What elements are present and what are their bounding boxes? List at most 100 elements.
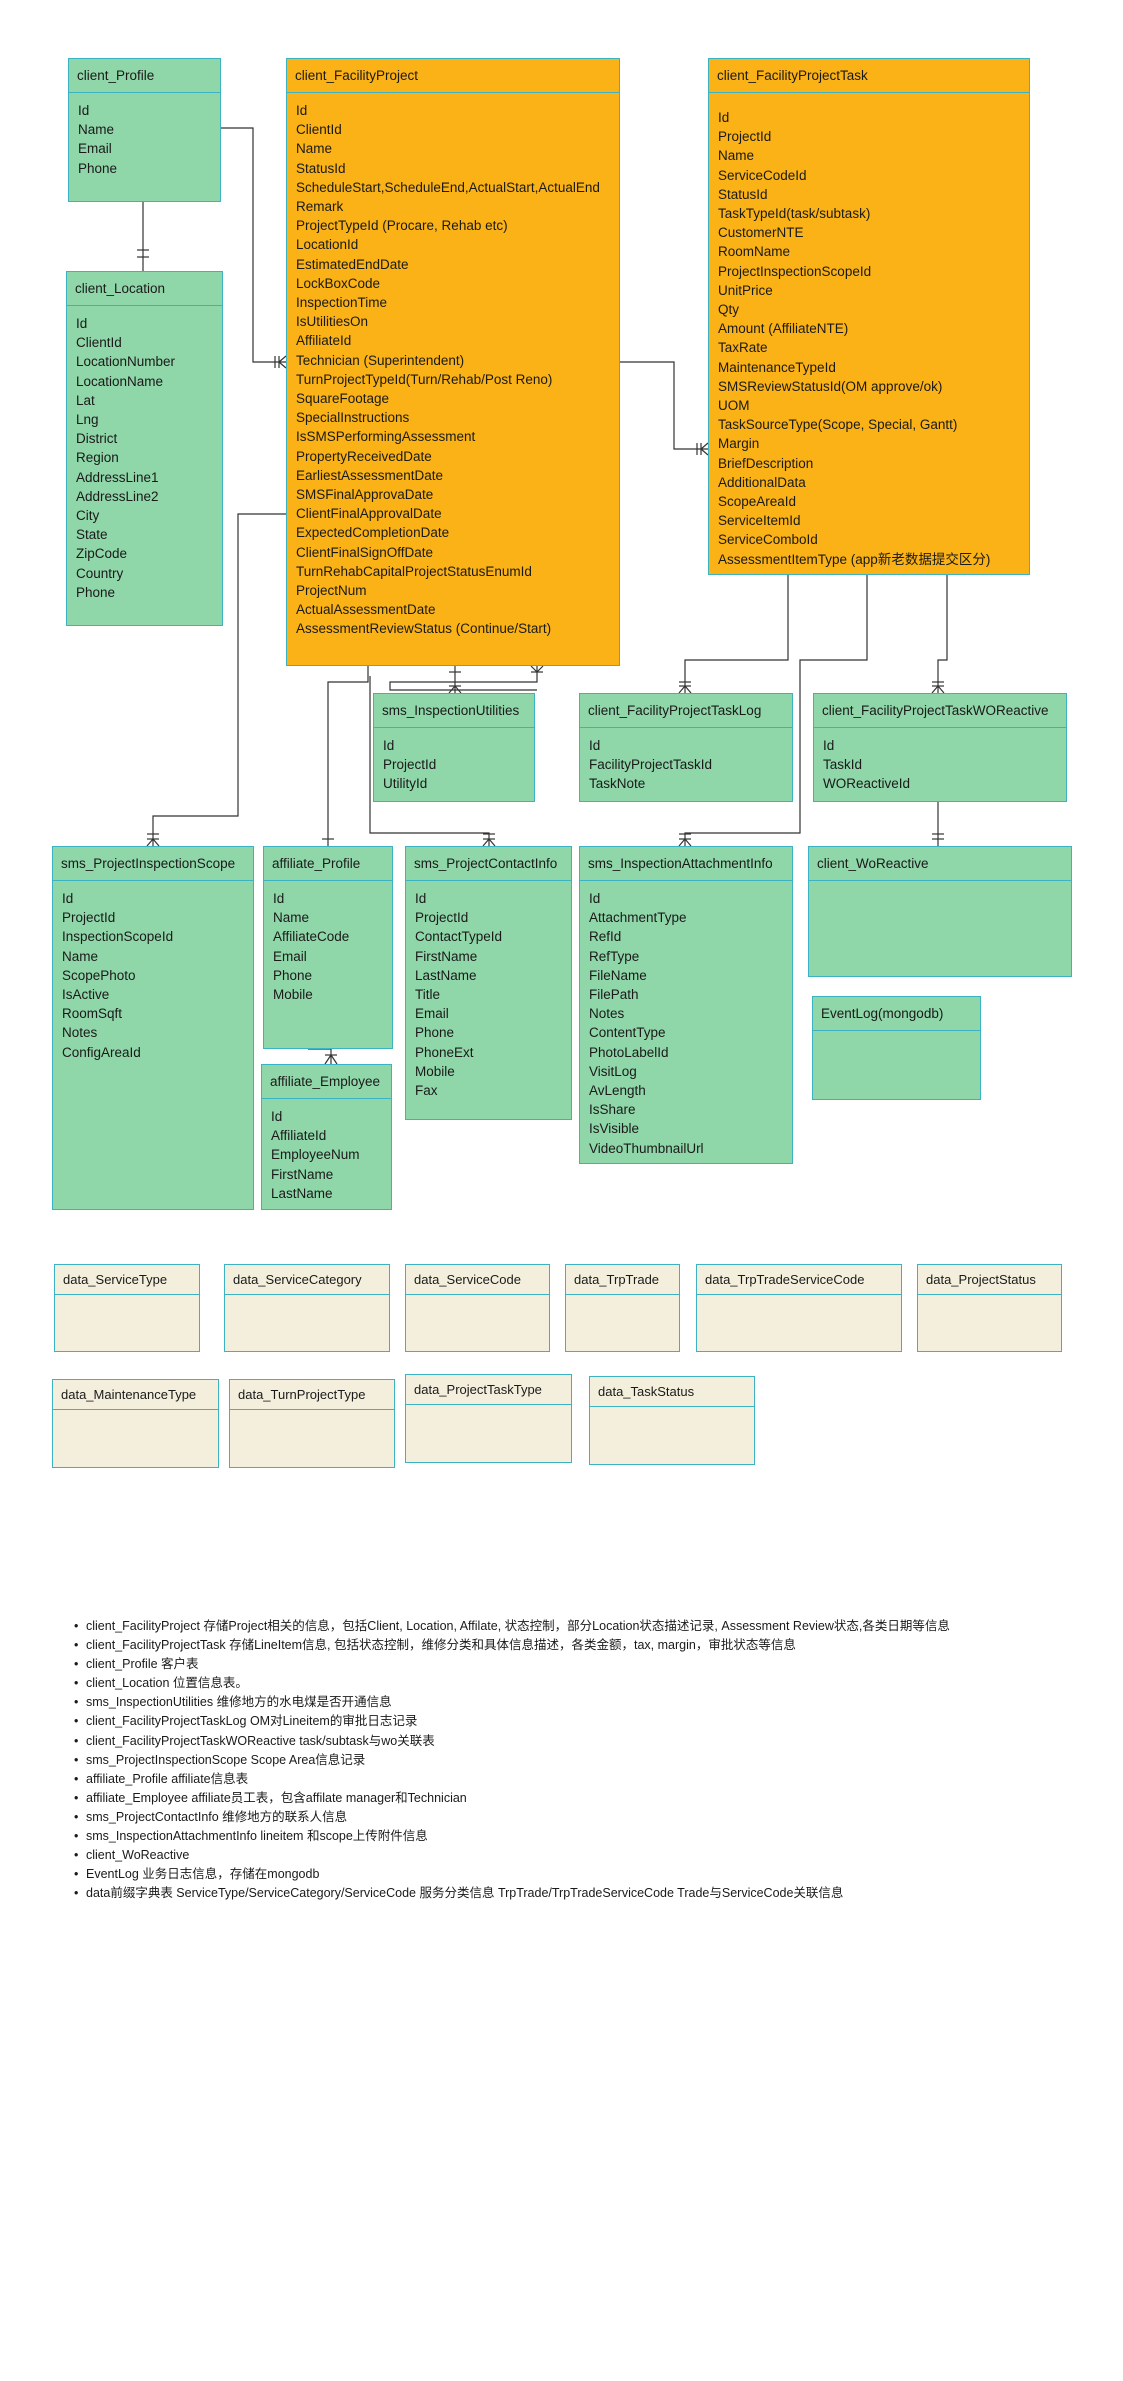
rel-project-task	[620, 361, 708, 450]
entity-field: Id	[415, 891, 427, 906]
entity-field: Qty	[718, 302, 740, 318]
entity-title: client_FacilityProjectTaskWOReactive	[814, 694, 1066, 728]
note-item: • affiliate_Employee affiliate员工表，包含affil…	[74, 1789, 1114, 1808]
entity-field: Technician (Superintendent)	[296, 352, 465, 368]
entity-field: UnitPrice	[718, 282, 773, 298]
bullet-icon: •	[74, 1714, 79, 1729]
entity-field: Region	[76, 450, 119, 466]
entity-fields: Id ProjectId InspectionScopeId Name ScopePho…	[53, 881, 253, 1066]
entity-title: data_TaskStatus	[590, 1377, 754, 1407]
entity-client-facility-project-task-wo-reactive: client_FacilityProjectTaskWOReactive Id T…	[813, 693, 1067, 802]
entity-field: LockBoxCode	[296, 275, 381, 291]
entity-field: Notes	[589, 1006, 625, 1022]
entity-field: State	[76, 527, 108, 543]
note-item: • affiliate_Profile affiliate信息表	[74, 1770, 1114, 1789]
entity-field: RefId	[589, 929, 622, 945]
entity-field: VideoThumbnailUrl	[589, 1140, 704, 1156]
entity-client-location: client_Location Id ClientId LocationNumber…	[66, 271, 223, 626]
note-text: client_Profile 客户表	[86, 1657, 199, 1672]
note-item: • sms_InspectionUtilities 维修地方的水电煤是否开通信息	[74, 1693, 1114, 1712]
entity-field: Id	[718, 110, 730, 125]
note-item: • sms_ProjectContactInfo 维修地方的联系人信息	[74, 1808, 1114, 1827]
bullet-icon: •	[74, 1657, 79, 1672]
note-item: • client_FacilityProjectTaskLog OM对Lineit…	[74, 1712, 1114, 1731]
entity-field: Name	[62, 948, 99, 964]
entity-client-facility-project-task-log: client_FacilityProjectTaskLog Id Facility…	[579, 693, 793, 802]
entity-data-service-code: data_ServiceCode	[405, 1264, 550, 1352]
note-text: affiliate_Employee affiliate员工表，包含affila…	[86, 1790, 467, 1805]
bullet-icon: •	[74, 1752, 79, 1767]
entity-title: data_TurnProjectType	[230, 1380, 394, 1410]
entity-field: AvLength	[589, 1083, 646, 1099]
entity-affiliate-profile: affiliate_Profile Id Name AffiliateCode Ema…	[263, 846, 393, 1049]
entity-fields: Id FacilityProjectTaskId TaskNote	[580, 728, 792, 798]
entity-field: IsActive	[62, 987, 110, 1003]
entity-field: SMSReviewStatusId(OM approve/ok)	[718, 378, 943, 394]
entity-field: Margin	[718, 436, 760, 452]
entity-field: IsUtilitiesOn	[296, 314, 369, 330]
entity-field: MaintenanceTypeId	[718, 359, 836, 375]
entity-field: WOReactiveId	[823, 776, 911, 792]
notes-list: • client_FacilityProject 存储Project相关的信息，包…	[74, 1617, 1114, 1903]
bullet-icon: •	[74, 1790, 79, 1805]
entity-field: FirstName	[415, 948, 478, 964]
entity-field: ClientFinalSignOffDate	[296, 544, 434, 560]
entity-field: TaskTypeId(task/subtask)	[718, 206, 871, 222]
entity-field: Mobile	[415, 1063, 455, 1079]
entity-field: TurnRehabCapitalProjectStatusEnumId	[296, 563, 532, 579]
entity-fields: Id ProjectId UtilityId	[374, 728, 534, 798]
entity-field: Amount (AffiliateNTE)	[718, 321, 849, 337]
entity-field: RoomName	[718, 244, 791, 260]
entity-field: PropertyReceivedDate	[296, 448, 432, 464]
note-text: affiliate_Profile affiliate信息表	[86, 1771, 249, 1786]
note-text: client_WoReactive	[86, 1848, 190, 1863]
entity-field: ServiceItemId	[718, 513, 801, 529]
entity-title: client_Location	[67, 272, 222, 306]
entity-title: affiliate_Employee	[262, 1065, 391, 1099]
entity-affiliate-employee: affiliate_Employee Id AffiliateId Employee…	[261, 1064, 392, 1210]
note-item: • sms_ProjectInspectionScope Scope Area信息…	[74, 1751, 1114, 1770]
entity-field: ExpectedCompletionDate	[296, 525, 450, 541]
rel-task-woreactive	[937, 575, 948, 693]
entity-field: ProjectId	[383, 757, 437, 773]
entity-field: Phone	[273, 967, 313, 983]
entity-field: Name	[296, 141, 333, 157]
note-item: • EventLog 业务日志信息，存储在mongodb	[74, 1865, 1114, 1884]
entity-fields: Id Name AffiliateCode Email Phone Mobile	[264, 881, 392, 1008]
entity-data-task-status: data_TaskStatus	[589, 1376, 755, 1465]
entity-title: data_ProjectTaskType	[406, 1375, 571, 1405]
entity-field: Phone	[78, 160, 118, 176]
bullet-icon: •	[74, 1619, 79, 1633]
entity-sms-inspection-attachment-info: sms_InspectionAttachmentInfo Id Attachmen…	[579, 846, 793, 1164]
entity-field: AffiliateCode	[273, 929, 350, 945]
entity-field: CustomerNTE	[718, 225, 804, 241]
bullet-icon: •	[74, 1867, 79, 1882]
entity-field: EmployeeNum	[271, 1147, 360, 1163]
entity-field: EstimatedEndDate	[296, 256, 409, 272]
entity-field: LocationName	[76, 373, 164, 389]
entity-field: Id	[271, 1109, 283, 1124]
entity-field: ProjectId	[62, 910, 116, 926]
entity-field: UOM	[718, 398, 750, 414]
entity-title: client_FacilityProjectTask	[709, 59, 1029, 93]
entity-field: UtilityId	[383, 776, 428, 792]
entity-field: Id	[589, 738, 601, 753]
entity-field: AssessmentItemType (app新老数据提交区分)	[718, 551, 991, 567]
entity-title: client_FacilityProject	[287, 59, 619, 93]
entity-field: LocationNumber	[76, 354, 176, 370]
bullet-icon: •	[74, 1733, 79, 1748]
entity-sms-project-contact-info: sms_ProjectContactInfo Id ProjectId Contac…	[405, 846, 572, 1120]
entity-field: Id	[76, 316, 88, 331]
entity-field: RefType	[589, 948, 640, 964]
entity-field: AddressLine2	[76, 488, 159, 504]
entity-data-service-type: data_ServiceType	[54, 1264, 200, 1352]
entity-title: data_ServiceType	[55, 1265, 199, 1295]
entity-field: Id	[589, 891, 601, 906]
entity-field: BriefDescription	[718, 455, 814, 471]
rel-project-affiliate	[327, 666, 369, 846]
entity-field: ContactTypeId	[415, 929, 503, 945]
entity-fields: Id TaskId WOReactiveId	[814, 728, 1066, 798]
entity-title: client_Profile	[69, 59, 220, 93]
entity-field: ProjectTypeId (Procare, Rehab etc)	[296, 218, 508, 234]
entity-field: ProjectId	[415, 910, 469, 926]
